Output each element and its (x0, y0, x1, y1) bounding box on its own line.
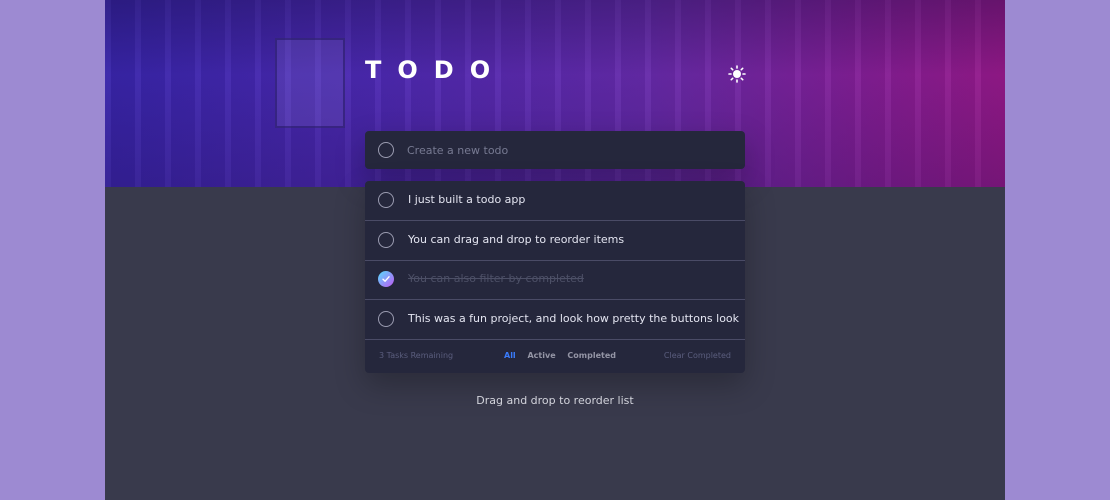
filter-completed[interactable]: Completed (567, 351, 616, 360)
reorder-hint: Drag and drop to reorder list (476, 394, 634, 407)
app-title: TODO (365, 56, 507, 84)
tasks-remaining-count: 3 Tasks Remaining (379, 351, 454, 360)
todo-item[interactable]: This was a fun project, and look how pre… (365, 300, 745, 340)
todo-item[interactable]: You can drag and drop to reorder items (365, 221, 745, 261)
todo-item[interactable]: You can also filter by completed (365, 260, 745, 300)
list-footer: 3 Tasks Remaining All Active Completed C… (365, 339, 745, 373)
sun-icon[interactable] (728, 65, 746, 83)
clear-completed-button[interactable]: Clear Completed (664, 351, 731, 360)
new-todo-input[interactable] (407, 140, 727, 160)
todo-item[interactable]: I just built a todo app (365, 181, 745, 221)
todo-text: You can drag and drop to reorder items (408, 232, 625, 246)
filter-active[interactable]: Active (527, 351, 555, 360)
new-todo-form (365, 131, 745, 169)
todo-checkbox[interactable] (378, 192, 394, 208)
todo-checkbox-checked[interactable] (378, 271, 394, 287)
todo-text: You can also filter by completed (408, 272, 584, 285)
app-container: TODO I just built a todo app You can drag… (105, 0, 1005, 500)
todo-text: This was a fun project, and look how pre… (408, 311, 740, 325)
todo-text: I just built a todo app (408, 193, 526, 206)
todo-checkbox[interactable] (378, 231, 394, 248)
filter-all[interactable]: All (504, 351, 516, 360)
todo-checkbox[interactable] (378, 310, 394, 327)
filter-group: All Active Completed (504, 351, 625, 360)
check-icon (382, 276, 390, 282)
todo-list: I just built a todo app You can drag and … (365, 181, 745, 373)
new-todo-checkbox[interactable] (378, 142, 394, 158)
